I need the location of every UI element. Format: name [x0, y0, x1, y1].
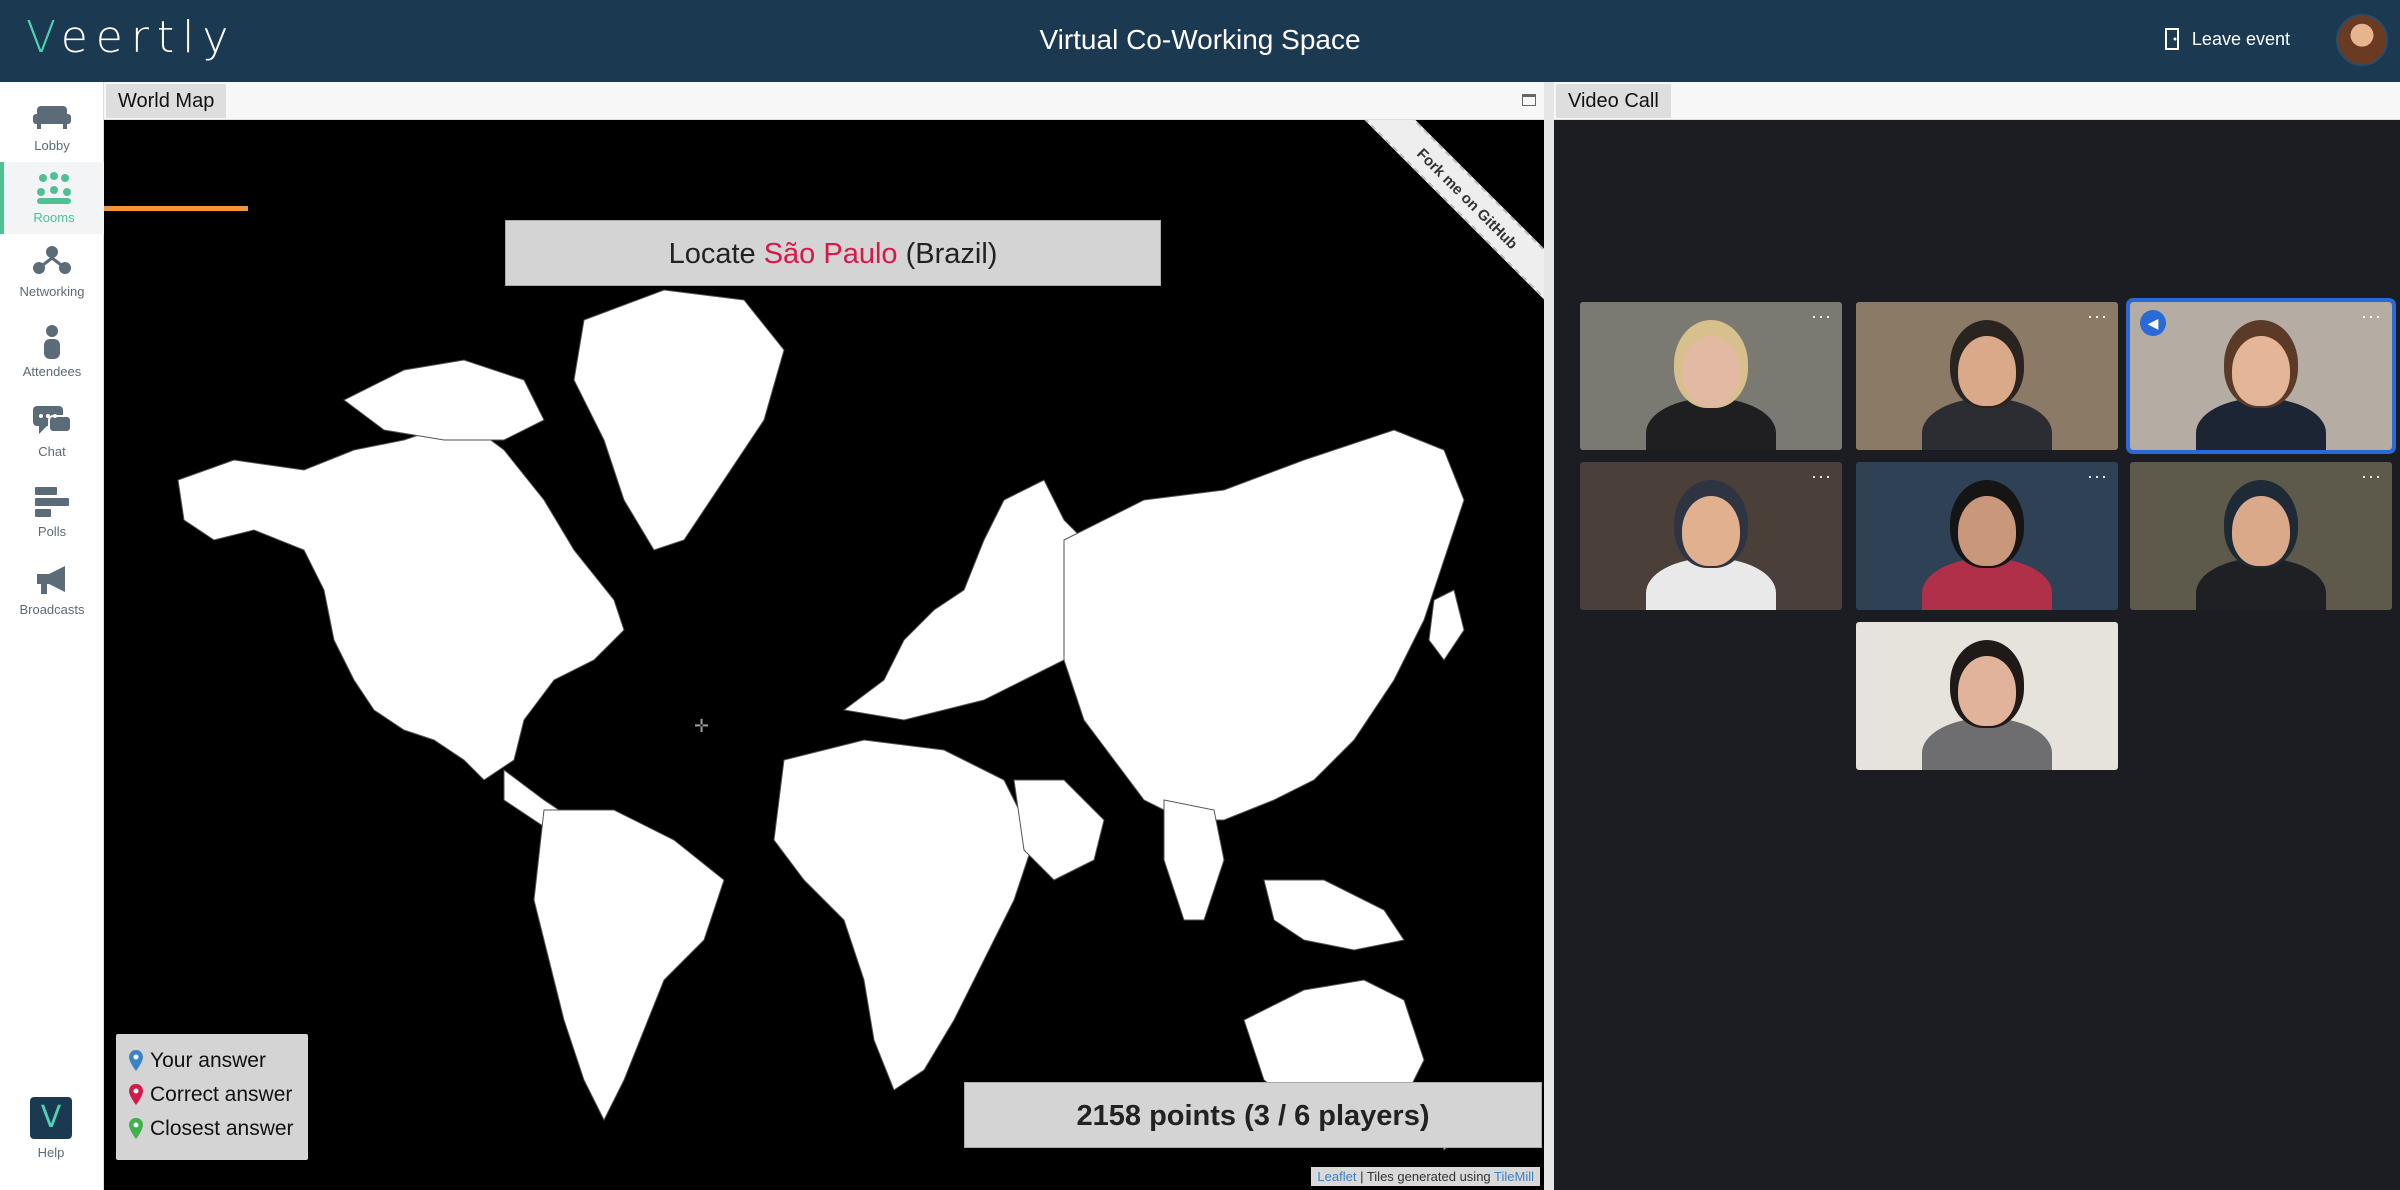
- sidebar: Lobby Rooms Networking Attendees Chat Po…: [0, 82, 104, 1190]
- greenland-landmass: [573, 289, 785, 551]
- participant-video-tile[interactable]: ···: [1856, 462, 2118, 610]
- exit-door-icon: [2164, 28, 2179, 50]
- participant-face: [1682, 496, 1740, 566]
- target-city: São Paulo: [763, 238, 898, 270]
- tilemill-link[interactable]: TileMill: [1494, 1169, 1534, 1184]
- green-pin-icon: [129, 1118, 143, 1139]
- arctic-islands: [343, 359, 545, 441]
- india-landmass: [1163, 799, 1225, 921]
- participant-face: [2232, 496, 2290, 566]
- round-progress-bar: [104, 206, 248, 211]
- rooms-icon: [37, 172, 71, 204]
- sidebar-item-networking[interactable]: Networking: [0, 236, 104, 308]
- participant-face: [1958, 656, 2016, 726]
- map-attribution: Leaflet | Tiles generated using TileMill: [1311, 1167, 1540, 1186]
- top-bar: Veertly Virtual Co-Working Space Leave e…: [0, 0, 2400, 82]
- participant-face: [2232, 336, 2290, 406]
- more-options-icon[interactable]: ···: [2361, 306, 2382, 327]
- sidebar-item-lobby[interactable]: Lobby: [0, 90, 104, 162]
- leave-event-button[interactable]: Leave event: [2164, 28, 2290, 50]
- video-call-panel: ··· ··· ◀ ··· ··· ··· ···: [1554, 120, 2400, 1190]
- user-avatar[interactable]: [2336, 14, 2388, 66]
- more-options-icon[interactable]: ···: [2087, 306, 2108, 327]
- blue-pin-icon: [129, 1050, 143, 1071]
- more-options-icon[interactable]: ···: [2087, 466, 2108, 487]
- help-button[interactable]: V Help: [30, 1097, 72, 1160]
- megaphone-icon: [37, 566, 65, 594]
- video-call-header: Video Call: [1554, 82, 2400, 120]
- legend-item: Correct answer: [128, 1078, 296, 1112]
- active-speaker-icon: ◀: [2140, 310, 2166, 336]
- arabia-landmass: [1013, 779, 1105, 881]
- world-map-panel[interactable]: Locate São Paulo (Brazil) Fork me on Git…: [104, 120, 1544, 1190]
- help-logo-icon: V: [30, 1097, 72, 1139]
- more-options-icon[interactable]: ···: [1811, 306, 1832, 327]
- legend-item: Closest answer: [128, 1112, 296, 1146]
- chat-icon: [33, 406, 72, 434]
- participant-video-tile[interactable]: ···: [2130, 462, 2392, 610]
- more-options-icon[interactable]: ···: [2361, 466, 2382, 487]
- tab-video-call[interactable]: Video Call: [1556, 84, 1671, 118]
- sidebar-item-attendees[interactable]: Attendees: [0, 316, 104, 388]
- sofa-icon: [33, 106, 71, 129]
- participant-face: [1958, 336, 2016, 406]
- tab-world-map[interactable]: World Map: [106, 84, 227, 118]
- score-display: 2158 points (3 / 6 players): [964, 1082, 1542, 1148]
- leaflet-link[interactable]: Leaflet: [1317, 1169, 1356, 1184]
- event-title: Virtual Co-Working Space: [1039, 24, 1361, 55]
- red-pin-icon: [129, 1084, 143, 1105]
- networking-icon: [33, 246, 71, 274]
- south-america-landmass: [533, 809, 725, 1122]
- africa-landmass: [773, 739, 1035, 1091]
- north-america-landmass: [177, 419, 625, 781]
- locate-prompt: Locate São Paulo (Brazil): [505, 220, 1161, 286]
- sidebar-item-polls[interactable]: Polls: [0, 476, 104, 548]
- participant-face: [1682, 336, 1740, 406]
- participant-video-tile[interactable]: ···: [1856, 302, 2118, 450]
- participant-video-tile[interactable]: ···: [1580, 462, 1842, 610]
- participant-face: [1958, 496, 2016, 566]
- panel-divider[interactable]: [1544, 82, 1554, 1190]
- participant-video-tile[interactable]: ···: [1580, 302, 1842, 450]
- sidebar-item-chat[interactable]: Chat: [0, 396, 104, 468]
- more-options-icon[interactable]: ···: [1811, 466, 1832, 487]
- crosshair-cursor-icon: ✛: [694, 716, 710, 736]
- participant-video-tile[interactable]: ◀ ···: [2126, 298, 2396, 454]
- map-legend: Your answer Correct answer Closest answe…: [116, 1034, 308, 1160]
- asia-landmass: [1063, 429, 1465, 821]
- maximize-icon[interactable]: [1522, 94, 1536, 106]
- participant-video-tile[interactable]: [1856, 622, 2118, 770]
- leave-event-label: Leave event: [2191, 28, 2290, 49]
- sidebar-item-broadcasts[interactable]: Broadcasts: [0, 554, 104, 626]
- sidebar-item-rooms[interactable]: Rooms: [0, 162, 104, 234]
- polls-icon: [35, 487, 69, 517]
- legend-item: Your answer: [128, 1044, 296, 1078]
- southeast-asia-islands: [1263, 879, 1405, 951]
- japan-landmass: [1428, 589, 1465, 661]
- world-map-header: World Map: [104, 82, 1544, 120]
- person-icon: [44, 325, 60, 359]
